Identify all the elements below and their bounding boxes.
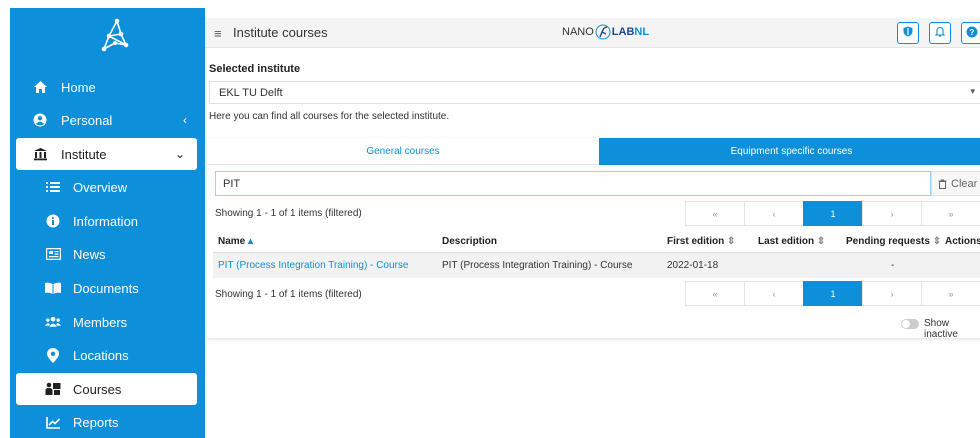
sort-icon: ⇕ — [932, 236, 942, 247]
sidebar-item-personal[interactable]: Personal ‹ — [10, 104, 205, 136]
brand-nano: NANO — [562, 26, 594, 38]
page-next-button[interactable]: › — [862, 201, 922, 226]
showing-count-top: Showing 1 - 1 of 1 items (filtered) — [215, 208, 362, 219]
sidebar-item-label: Members — [73, 314, 128, 330]
search-input[interactable]: PIT — [215, 171, 931, 196]
sidebar-item-label: Overview — [73, 179, 128, 195]
sidebar-item-label: Documents — [73, 280, 139, 296]
sidebar-item-members[interactable]: Members — [10, 306, 205, 338]
column-header-last-edition[interactable]: Last edition ⇕ — [758, 236, 825, 247]
show-inactive-label: Show inactive — [924, 318, 958, 340]
sidebar-item-home[interactable]: Home — [10, 71, 205, 103]
help-button[interactable]: ? — [961, 22, 980, 44]
notifications-button[interactable] — [929, 22, 951, 44]
home-icon — [32, 79, 48, 95]
institute-select-value: EKL TU Delft — [219, 87, 283, 99]
column-label: Pending requests — [846, 236, 930, 247]
page-title: Institute courses — [233, 25, 328, 40]
trash-icon — [938, 179, 947, 189]
chevron-left-icon: ‹ — [183, 113, 187, 127]
column-label: Name — [218, 236, 246, 247]
column-header-pending-requests[interactable]: Pending requests ⇕ — [846, 236, 941, 247]
institution-icon — [32, 146, 48, 162]
sidebar-item-label: Reports — [73, 414, 119, 430]
sidebar-item-information[interactable]: Information — [10, 205, 205, 237]
course-description-cell: PIT (Process Integration Training) - Cou… — [442, 260, 633, 271]
sidebar-item-news[interactable]: News — [10, 238, 205, 270]
book-open-icon — [45, 280, 61, 296]
shield-icon — [903, 26, 913, 40]
page-description: Here you can find all courses for the se… — [209, 111, 450, 122]
sort-icon: ⇕ — [727, 236, 736, 247]
page-current-button[interactable]: 1 — [803, 281, 863, 306]
sidebar-item-label: Information — [73, 213, 139, 229]
pagination-bottom: « ‹ 1 › » — [685, 281, 980, 306]
sidebar-item-label: Courses — [73, 381, 122, 397]
column-label: Description — [442, 236, 498, 247]
chevron-down-icon: ⌄ — [174, 147, 185, 161]
column-header-description: Description — [442, 236, 497, 247]
institute-select[interactable]: EKL TU Delft ▾ — [209, 81, 980, 104]
users-icon — [45, 314, 61, 330]
course-name-link[interactable]: PIT (Process Integration Training) - Cou… — [218, 260, 408, 271]
column-label: Last edition — [758, 236, 815, 247]
sidebar-item-overview[interactable]: Overview — [10, 171, 205, 203]
pagination-top: « ‹ 1 › » — [685, 201, 980, 226]
sidebar-item-label: Personal — [61, 112, 113, 128]
brand-logo: NANO LAB NL — [562, 24, 649, 40]
tab-general-courses[interactable]: General courses — [207, 138, 599, 165]
showing-count-bottom: Showing 1 - 1 of 1 items (filtered) — [215, 289, 362, 300]
course-pending-requests-cell: - — [891, 260, 895, 271]
column-header-first-edition[interactable]: First edition ⇕ — [667, 236, 735, 247]
column-header-actions: Actions — [945, 236, 980, 247]
sort-asc-icon: ▴ — [248, 236, 254, 247]
hamburger-icon[interactable]: ≡ — [214, 26, 222, 41]
topbar: ≡ Institute courses NANO LAB NL ? — [205, 18, 980, 48]
sidebar-item-label: Home — [61, 79, 96, 95]
info-icon — [45, 213, 61, 229]
help-icon: ? — [966, 26, 978, 41]
sidebar-item-documents[interactable]: Documents — [10, 272, 205, 304]
brand-figure-icon — [595, 24, 611, 40]
page-first-button[interactable]: « — [685, 201, 745, 226]
page-first-button[interactable]: « — [685, 281, 745, 306]
selected-institute-label: Selected institute — [209, 63, 301, 75]
svg-text:?: ? — [970, 28, 975, 37]
clear-button-label: Clear — [951, 177, 978, 190]
newspaper-icon — [45, 246, 61, 262]
sidebar-item-locations[interactable]: Locations — [10, 339, 205, 371]
chart-line-icon — [45, 414, 61, 430]
brand-nl: NL — [634, 26, 650, 38]
sort-icon: ⇕ — [816, 236, 826, 247]
caret-down-icon: ▾ — [970, 86, 975, 96]
map-marker-icon — [45, 347, 61, 363]
sidebar-item-reports[interactable]: Reports — [10, 406, 205, 438]
page-next-button[interactable]: › — [862, 281, 922, 306]
sidebar-item-label: Institute — [61, 146, 107, 162]
sidebar: Home Personal ‹ Institute ⌄ Overview Inf… — [10, 8, 205, 438]
page-prev-button[interactable]: ‹ — [744, 201, 804, 226]
page-prev-button[interactable]: ‹ — [744, 281, 804, 306]
course-first-edition-cell: 2022-01-18 — [667, 260, 719, 271]
nanolab-logo-icon[interactable] — [95, 16, 135, 56]
page-current-button[interactable]: 1 — [803, 201, 863, 226]
sidebar-item-label: Locations — [73, 347, 129, 363]
brand-lab: LAB — [611, 26, 635, 38]
sidebar-item-institute[interactable]: Institute ⌄ — [16, 138, 197, 170]
clear-button[interactable]: Clear — [931, 171, 980, 196]
teacher-icon — [45, 381, 61, 397]
tab-equipment-specific-courses[interactable]: Equipment specific courses — [599, 138, 980, 165]
page-last-button[interactable]: » — [921, 201, 980, 226]
column-label: Actions — [945, 236, 980, 247]
list-icon — [45, 179, 61, 195]
shield-button[interactable] — [897, 22, 919, 44]
page-last-button[interactable]: » — [921, 281, 980, 306]
sidebar-item-courses[interactable]: Courses — [16, 373, 197, 405]
column-header-name[interactable]: Name ▴ — [218, 236, 253, 247]
sidebar-item-label: News — [73, 246, 106, 262]
column-label: First edition — [667, 236, 725, 247]
user-circle-icon — [32, 112, 48, 128]
bell-icon — [934, 26, 946, 40]
show-inactive-toggle[interactable] — [901, 319, 919, 329]
